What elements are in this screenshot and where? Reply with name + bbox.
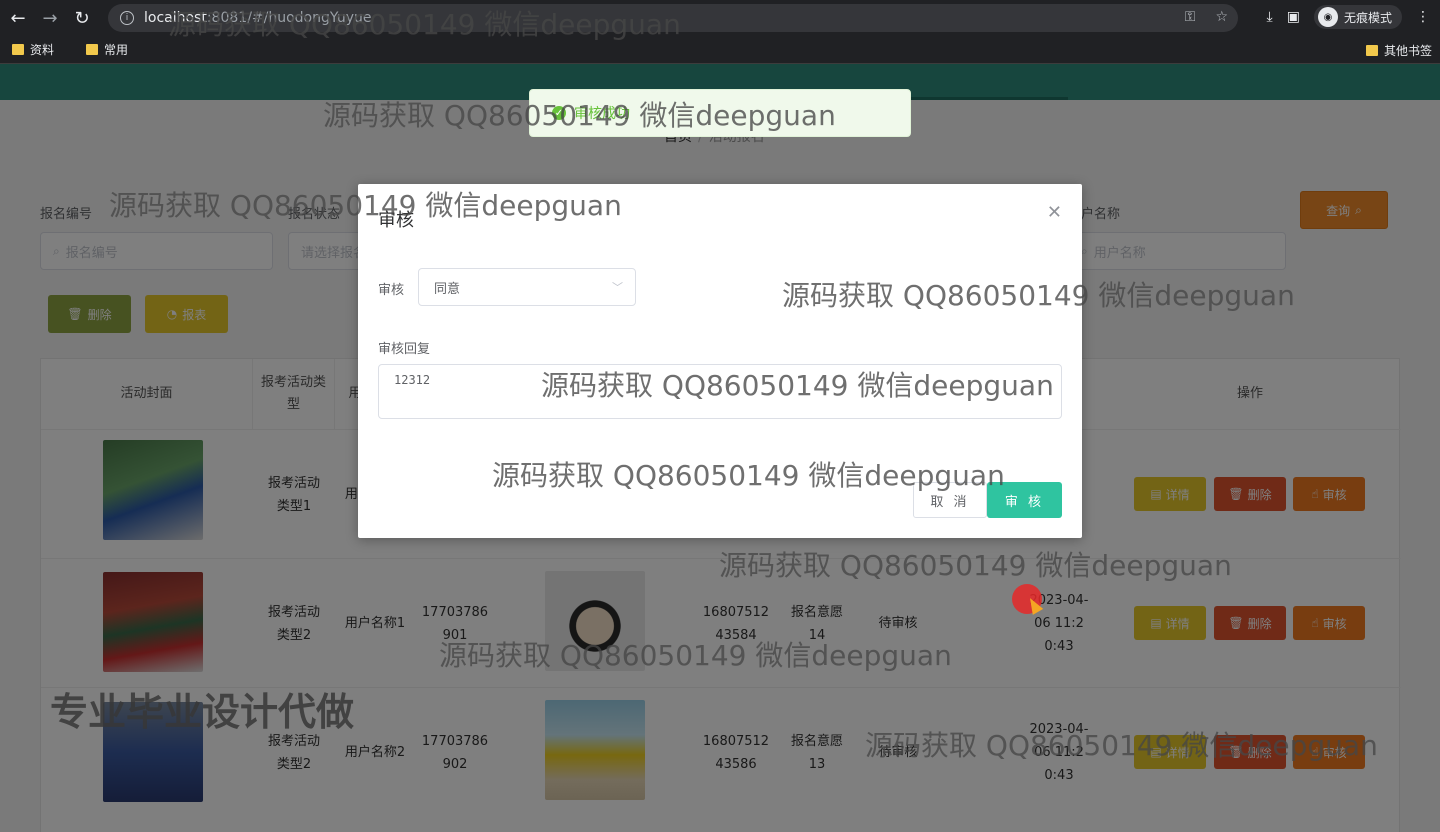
confirm-audit-button[interactable]: 审 核	[987, 482, 1062, 518]
dialog-title: 审核	[378, 210, 414, 231]
bookmark-folder-other[interactable]: 其他书签	[1365, 42, 1432, 59]
incognito-icon: ◉	[1317, 7, 1338, 27]
menu-icon[interactable]: ⋮	[1416, 9, 1430, 25]
folder-icon	[1365, 45, 1378, 56]
reply-textarea[interactable]: 12312	[378, 364, 1062, 419]
audit-label: 审核	[378, 283, 405, 298]
bookmark-folder-ziliao[interactable]: 资料	[12, 41, 54, 58]
star-icon[interactable]: ☆	[1215, 9, 1228, 25]
audit-dialog: 审核 ✕ 审核 同意 ﹀ 审核回复 12312 取 消 审 核	[358, 184, 1082, 538]
info-icon[interactable]: i	[120, 11, 134, 25]
download-icon[interactable]: ⤓	[1267, 9, 1273, 25]
audit-select[interactable]: 同意 ﹀	[418, 268, 636, 306]
bookmarks-bar: 资料 常用 其他书签	[0, 36, 1440, 64]
incognito-badge[interactable]: ◉ 无痕模式	[1313, 5, 1402, 29]
folder-icon	[12, 44, 24, 55]
reload-icon[interactable]: ↻	[68, 4, 96, 32]
key-icon[interactable]: ⚿	[1185, 9, 1196, 25]
address-bar[interactable]: i localhost:8081/#/huodongYuyue ⚿ ☆	[108, 4, 1238, 32]
browser-toolbar: ← → ↻ i localhost:8081/#/huodongYuyue ⚿ …	[0, 0, 1440, 36]
back-icon[interactable]: ←	[4, 4, 32, 32]
sidebar-icon[interactable]: ▣	[1287, 9, 1300, 25]
folder-icon	[86, 44, 99, 55]
promo-watermark: 专业毕业设计代做	[50, 690, 355, 734]
reply-label: 审核回复	[378, 342, 431, 357]
toast-message: 审核成功	[574, 106, 630, 122]
check-circle-icon: ✓	[552, 106, 566, 120]
success-toast: ✓ 审核成功	[529, 89, 911, 137]
close-icon[interactable]: ✕	[1047, 202, 1062, 223]
bookmark-folder-changyong[interactable]: 常用	[86, 41, 128, 58]
chevron-down-icon: ﹀	[612, 281, 623, 294]
url-text: localhost:8081/#/huodongYuyue	[144, 10, 372, 26]
cancel-button[interactable]: 取 消	[913, 482, 987, 518]
forward-icon[interactable]: →	[36, 4, 64, 32]
